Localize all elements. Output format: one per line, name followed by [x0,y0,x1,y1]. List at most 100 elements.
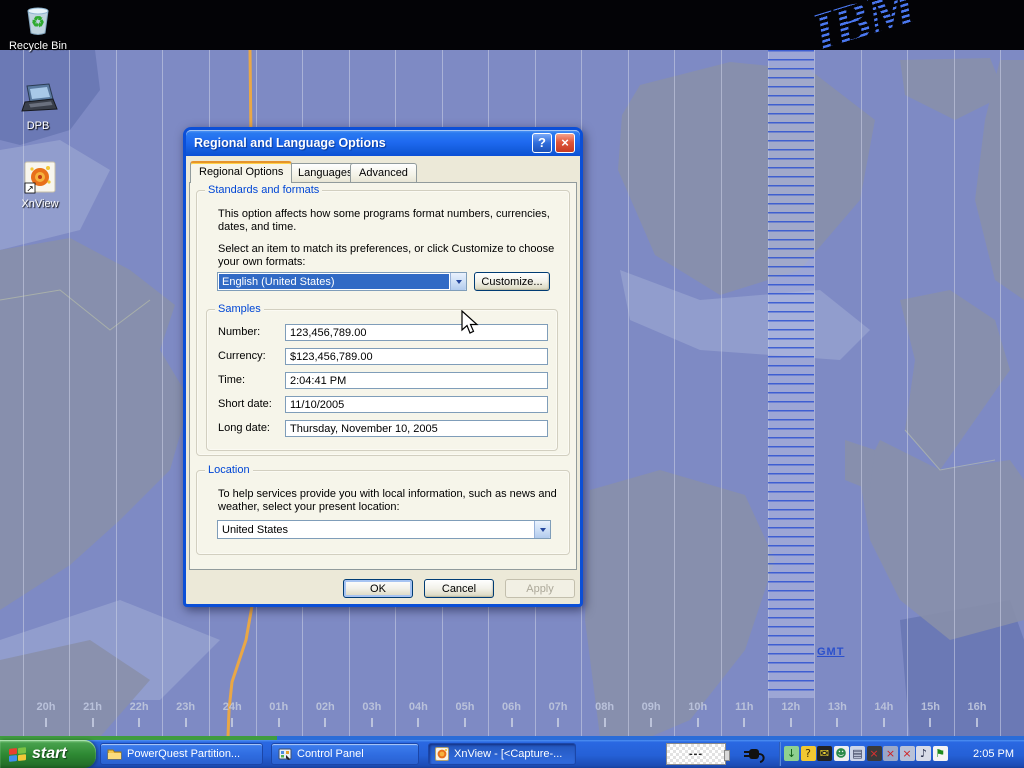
hour-tick [790,718,792,727]
display-disconnected-icon[interactable]: × [883,746,898,761]
taskbar: start PowerQuest Partition... Control Pa… [0,740,1024,768]
hour-tick [371,718,373,727]
customize-button[interactable]: Customize... [474,272,550,291]
hour-label-10h: 10h [683,701,713,713]
taskbar-item-label: Control Panel [297,748,364,760]
hour-label-23h: 23h [171,701,201,713]
help-status-icon[interactable]: ? [801,746,816,761]
xnview-icon: ↗ [2,160,78,196]
hour-tick [138,718,140,727]
top-banner: IBM [0,0,1024,50]
messenger-icon[interactable]: ☻ [834,746,849,761]
volume-icon[interactable]: ♪ [916,746,931,761]
start-button[interactable]: start [0,740,96,768]
taskbar-clock[interactable]: 2:05 PM [973,740,1014,768]
hour-label-14h: 14h [869,701,899,713]
hour-tick [92,718,94,727]
hour-tick [417,718,419,727]
hour-tick [604,718,606,727]
sample-row-label: Short date: [218,398,272,410]
regional-language-options-dialog: Regional and Language Options ? × Region… [183,127,583,607]
removable-device-icon[interactable]: ↓ [784,746,799,761]
network-places-icon[interactable]: ▤ [850,746,865,761]
desktop-icon-recycle-bin[interactable]: ♻ Recycle Bin [0,2,76,52]
control-panel-icon [278,748,292,761]
tray-divider [779,742,781,766]
hour-label-15h: 15h [915,701,945,713]
time-sample-field[interactable]: 2:04:41 PM [285,372,548,389]
hour-label-03h: 03h [357,701,387,713]
standards-description: This option affects how some programs fo… [218,208,558,233]
hour-tick [929,718,931,727]
laptop-icon [0,82,76,118]
hour-label-13h: 13h [822,701,852,713]
location-description: To help services provide you with local … [218,488,562,513]
desktop-icon-label: Recycle Bin [0,40,76,52]
hour-tick [743,718,745,727]
location-legend: Location [205,464,253,476]
currency-sample-field[interactable]: $123,456,789.00 [285,348,548,365]
long-date-sample-field[interactable]: Thursday, November 10, 2005 [285,420,548,437]
hour-label-04h: 04h [403,701,433,713]
dropdown-arrow-icon[interactable] [450,273,466,290]
gmt-label: GMT [817,646,844,658]
hour-label-08h: 08h [590,701,620,713]
hour-tick [464,718,466,727]
hour-label-24h: 24h [217,701,247,713]
hour-label-11h: 11h [729,701,759,713]
taskbar-item-label: PowerQuest Partition... [127,748,240,760]
system-tray: ↓?✉☻▤×××♪⚑ [784,746,948,761]
recycle-bin-icon: ♻ [0,2,76,38]
hour-label-01h: 01h [264,701,294,713]
cancel-button[interactable]: Cancel [424,579,494,598]
dropdown-arrow-icon[interactable] [534,521,550,538]
xnview-app-icon [435,747,449,761]
svg-text:♻: ♻ [31,14,44,31]
standards-legend: Standards and formats [205,184,322,196]
hour-label-05h: 05h [450,701,480,713]
hour-tick [697,718,699,727]
power-profile-icon[interactable]: ✉ [817,746,832,761]
language-combobox[interactable]: English (United States) [217,272,467,291]
hour-tick [976,718,978,727]
taskbar-item-powerquest[interactable]: PowerQuest Partition... [100,743,263,765]
svg-text:↗: ↗ [26,184,34,194]
hour-tick [511,718,513,727]
desktop-icon-xnview[interactable]: ↗ XnView [2,160,78,210]
hour-tick [45,718,47,727]
ok-button[interactable]: OK [343,579,413,598]
apply-button[interactable]: Apply [505,579,575,598]
standards-instruction: Select an item to match its preferences,… [218,243,562,268]
desktop-icon-label: XnView [2,198,78,210]
hour-label-12h: 12h [776,701,806,713]
samples-legend: Samples [215,303,264,315]
taskbar-item-xnview[interactable]: XnView - [<Capture-... [428,743,576,765]
signal-disconnected-icon[interactable]: × [867,746,882,761]
sample-row-label: Number: [218,326,260,338]
desktop-icon-dpb[interactable]: DPB [0,82,76,132]
hour-tick [836,718,838,727]
short-date-sample-field[interactable]: 11/10/2005 [285,396,548,413]
hour-tick [324,718,326,727]
tab-advanced[interactable]: Advanced [350,163,417,183]
hour-tick [231,718,233,727]
ac-plug-icon[interactable] [740,744,768,764]
location-combobox[interactable]: United States [217,520,551,539]
wireless-disconnected-icon[interactable]: × [900,746,915,761]
tab-regional-options[interactable]: Regional Options [190,161,292,183]
close-button[interactable]: × [555,133,575,153]
windows-flag-icon [8,746,27,763]
hdd-status-icon[interactable]: ⚑ [933,746,948,761]
battery-meter[interactable]: --- [666,743,726,765]
dialog-titlebar[interactable]: Regional and Language Options ? × [186,130,580,156]
desktop-icon-label: DPB [0,120,76,132]
taskbar-item-control-panel[interactable]: Control Panel [271,743,419,765]
sample-row-label: Time: [218,374,245,386]
help-button[interactable]: ? [532,133,552,153]
gmt-meridian-band [768,50,814,698]
hour-scale: 20h21h22h23h24h01h02h03h04h05h06h07h08h0… [0,701,1024,735]
folder-icon [107,748,122,760]
dialog-title: Regional and Language Options [194,130,386,156]
hour-label-20h: 20h [31,701,61,713]
number-sample-field[interactable]: 123,456,789.00 [285,324,548,341]
